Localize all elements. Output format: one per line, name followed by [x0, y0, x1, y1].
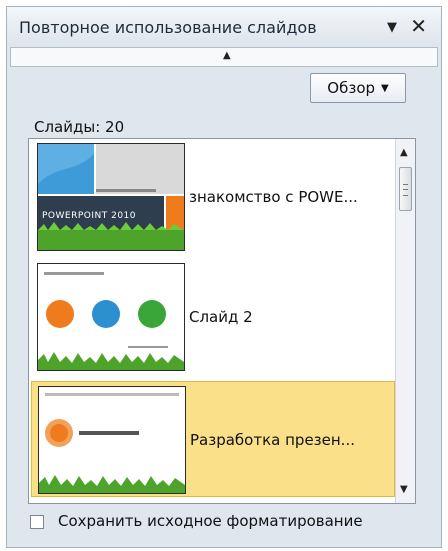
chevron-down-icon: ▼: [381, 82, 389, 94]
keep-formatting-checkbox[interactable]: [30, 515, 44, 529]
pane-title: Повторное использование слайдов: [19, 18, 317, 37]
browse-button-label: Обзор: [327, 79, 376, 97]
triangle-down-icon[interactable]: ▼: [387, 20, 397, 35]
slides-count-label: Слайды: 20: [34, 118, 125, 136]
slide-thumbnail: POWERPOINT 2010: [37, 143, 185, 251]
list-item-label: Разработка презен...: [190, 431, 355, 449]
close-icon[interactable]: ✕: [410, 14, 427, 38]
list-item-selected[interactable]: Разработка презен...: [31, 381, 395, 497]
list-item-label: знакомство с POWE...: [189, 188, 358, 206]
list-item-label: Слайд 2: [189, 308, 253, 326]
pane-titlebar: Повторное использование слайдов ▼ ✕: [7, 7, 441, 45]
list-item[interactable]: Слайд 2: [31, 259, 395, 375]
slide-thumbnail: [38, 386, 186, 494]
scroll-down-icon[interactable]: ▼: [400, 484, 408, 495]
slides-list[interactable]: POWERPOINT 2010 знакомство с POWE... Сла…: [28, 138, 416, 504]
slide-thumbnail-title: POWERPOINT 2010: [42, 211, 137, 221]
scroll-up-icon[interactable]: ▲: [400, 147, 408, 158]
list-item[interactable]: POWERPOINT 2010 знакомство с POWE...: [31, 139, 395, 255]
collapse-strip[interactable]: ▲: [10, 47, 438, 67]
keep-formatting-label[interactable]: Сохранить исходное форматирование: [58, 512, 363, 530]
scrollbar-thumb[interactable]: [399, 167, 412, 211]
grip-icon: [403, 184, 408, 196]
triangle-up-icon[interactable]: ▲: [223, 50, 231, 61]
browse-button[interactable]: Обзор ▼: [310, 73, 406, 103]
slide-thumbnail: [37, 263, 185, 371]
vertical-scrollbar[interactable]: ▲ ▼: [395, 139, 415, 503]
